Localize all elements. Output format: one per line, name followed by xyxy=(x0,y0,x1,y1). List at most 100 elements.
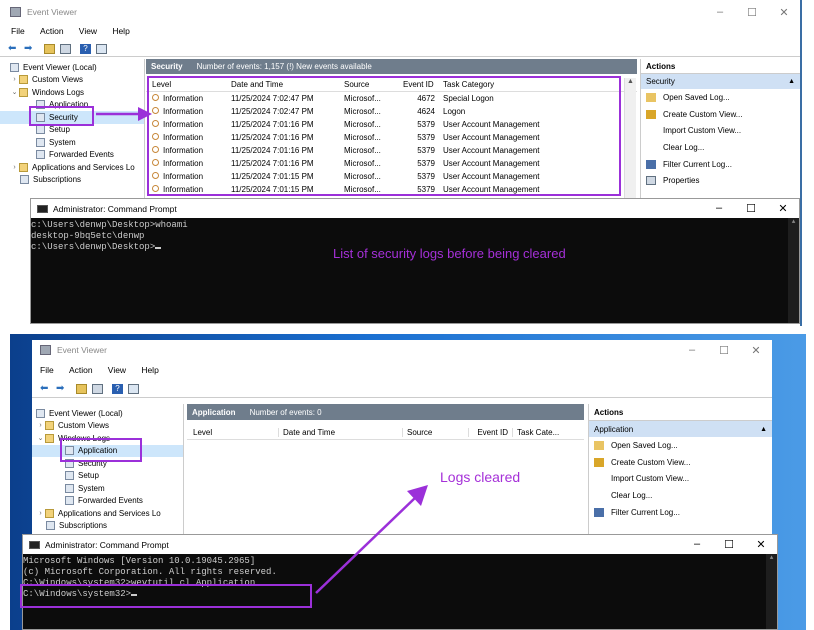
console-tree-icon[interactable] xyxy=(92,383,103,394)
application-tree-highlight xyxy=(60,438,142,462)
tree-custom-views[interactable]: › Custom Views xyxy=(0,74,144,87)
action-open-saved-log[interactable]: Open Saved Log... xyxy=(641,89,800,106)
close-button[interactable]: ✕ xyxy=(740,344,772,357)
collapse-icon[interactable]: ▲ xyxy=(760,426,767,433)
forward-arrow-icon[interactable]: ➡ xyxy=(56,383,67,394)
back-arrow-icon[interactable]: ⬅ xyxy=(8,43,19,54)
cmd-close-button[interactable]: ✕ xyxy=(767,202,799,215)
blank-icon xyxy=(646,126,656,135)
menu-help[interactable]: Help xyxy=(141,365,158,375)
tree-windows-logs[interactable]: ⌄ Windows Logs xyxy=(0,86,144,99)
minimize-button[interactable]: – xyxy=(676,344,708,357)
chevron-down-icon[interactable]: ⌄ xyxy=(36,434,45,442)
cmd-scrollbar[interactable]: ▲ xyxy=(766,554,777,629)
cmd-minimize-button[interactable]: – xyxy=(703,202,735,215)
chevron-right-icon[interactable]: › xyxy=(36,422,45,429)
col-date-time[interactable]: Date and Time xyxy=(279,428,403,437)
menu-help[interactable]: Help xyxy=(112,26,129,36)
folder-icon[interactable] xyxy=(44,43,55,54)
cmd-maximize-button[interactable]: ☐ xyxy=(735,202,767,215)
console-tree-icon[interactable] xyxy=(60,43,71,54)
tree-subscriptions[interactable]: Subscriptions xyxy=(32,520,183,533)
maximize-button[interactable]: ☐ xyxy=(708,344,740,357)
blank-icon xyxy=(594,474,604,483)
subscriptions-icon xyxy=(46,521,55,531)
action-filter-current-log[interactable]: Filter Current Log... xyxy=(641,156,800,173)
chevron-right-icon[interactable]: › xyxy=(36,510,45,517)
col-event-id[interactable]: Event ID xyxy=(469,428,513,437)
section-separator xyxy=(0,326,814,334)
log-icon xyxy=(65,483,74,493)
col-task-category[interactable]: Task Cate... xyxy=(513,428,573,437)
cmd-title: Administrator: Command Prompt xyxy=(53,203,177,214)
folder-icon xyxy=(19,87,28,97)
actions-section-header[interactable]: Security ▲ xyxy=(641,74,800,89)
action-create-custom-view[interactable]: Create Custom View... xyxy=(641,106,800,123)
scroll-up-icon[interactable]: ▲ xyxy=(766,554,777,561)
maximize-button[interactable]: ☐ xyxy=(736,6,768,19)
tree-applications-services[interactable]: › Applications and Services Lo xyxy=(32,507,183,520)
action-properties[interactable]: Properties xyxy=(641,172,800,189)
minimize-button[interactable]: – xyxy=(704,6,736,19)
scroll-up-icon[interactable]: ▲ xyxy=(788,218,799,225)
tree-applications-services[interactable]: › Applications and Services Lo xyxy=(0,161,144,174)
col-level[interactable]: Level xyxy=(193,428,279,437)
action-import-custom-view[interactable]: Import Custom View... xyxy=(641,122,800,139)
tree-forwarded-events[interactable]: Forwarded Events xyxy=(32,495,183,508)
properties-icon[interactable] xyxy=(128,383,139,394)
cmd-maximize-button[interactable]: ☐ xyxy=(713,538,745,551)
cmd-close-button[interactable]: ✕ xyxy=(745,538,777,551)
cmd-line: c:\Users\denwp\Desktop>whoami xyxy=(31,220,188,230)
menu-view[interactable]: View xyxy=(79,26,97,36)
bottom-title-bar: Event Viewer – ☐ ✕ xyxy=(32,340,772,360)
chevron-right-icon[interactable]: › xyxy=(10,76,19,83)
tree-setup[interactable]: Setup xyxy=(32,470,183,483)
bottom-screenshot: Event Viewer – ☐ ✕ File Action View Help… xyxy=(10,334,806,630)
tree-system[interactable]: System xyxy=(32,482,183,495)
top-title-bar: Event Viewer – ☐ ✕ xyxy=(0,2,800,22)
tree-system[interactable]: System xyxy=(0,136,144,149)
action-clear-log[interactable]: Clear Log... xyxy=(589,487,772,504)
forward-arrow-icon[interactable]: ➡ xyxy=(24,43,35,54)
action-clear-log[interactable]: Clear Log... xyxy=(641,139,800,156)
chevron-down-icon[interactable]: ⌄ xyxy=(10,88,19,96)
tree-event-viewer-local[interactable]: Event Viewer (Local) xyxy=(0,61,144,74)
close-button[interactable]: ✕ xyxy=(768,6,800,19)
cmd-minimize-button[interactable]: – xyxy=(681,538,713,551)
col-source[interactable]: Source xyxy=(403,428,469,437)
action-filter-current-log[interactable]: Filter Current Log... xyxy=(589,504,772,521)
scroll-up-icon[interactable]: ▲ xyxy=(625,78,636,85)
annotation-security-logs: List of security logs before being clear… xyxy=(333,246,566,261)
actions-section-header[interactable]: Application ▲ xyxy=(589,421,772,437)
tree-forwarded-events[interactable]: Forwarded Events xyxy=(0,149,144,162)
window-title: Event Viewer xyxy=(57,345,107,355)
events-table-header: Level Date and Time Source Event ID Task… xyxy=(187,426,584,440)
help-icon[interactable]: ? xyxy=(112,383,123,394)
collapse-icon[interactable]: ▲ xyxy=(788,78,795,85)
menu-action[interactable]: Action xyxy=(40,26,64,36)
help-icon[interactable]: ? xyxy=(80,43,91,54)
menu-file[interactable]: File xyxy=(11,26,25,36)
folder-icon[interactable] xyxy=(76,383,87,394)
panel-info: Number of events: 1,157 (!) New events a… xyxy=(196,62,372,71)
top-console-tree: Event Viewer (Local) › Custom Views ⌄ Wind… xyxy=(0,59,145,199)
window-controls: – ☐ ✕ xyxy=(676,344,772,357)
action-import-custom-view[interactable]: Import Custom View... xyxy=(589,470,772,487)
tree-event-viewer-local[interactable]: Event Viewer (Local) xyxy=(32,407,183,420)
back-arrow-icon[interactable]: ⬅ xyxy=(40,383,51,394)
properties-icon[interactable] xyxy=(96,43,107,54)
arrow-to-logs-cleared xyxy=(315,485,428,594)
filter-icon xyxy=(594,457,604,467)
menu-view[interactable]: View xyxy=(108,365,126,375)
action-create-custom-view[interactable]: Create Custom View... xyxy=(589,454,772,471)
cmd-scrollbar[interactable]: ▲ xyxy=(788,218,799,323)
action-open-saved-log[interactable]: Open Saved Log... xyxy=(589,437,772,454)
tree-subscriptions[interactable]: Subscriptions xyxy=(0,174,144,187)
cmd-window-controls: – ☐ ✕ xyxy=(703,202,799,215)
tree-custom-views[interactable]: › Custom Views xyxy=(32,420,183,433)
events-scrollbar[interactable]: ▲ xyxy=(624,78,636,199)
menu-file[interactable]: File xyxy=(40,365,54,375)
chevron-right-icon[interactable]: › xyxy=(10,164,19,171)
menu-action[interactable]: Action xyxy=(69,365,93,375)
top-screenshot: Event Viewer – ☐ ✕ File Action View Help… xyxy=(0,0,814,326)
